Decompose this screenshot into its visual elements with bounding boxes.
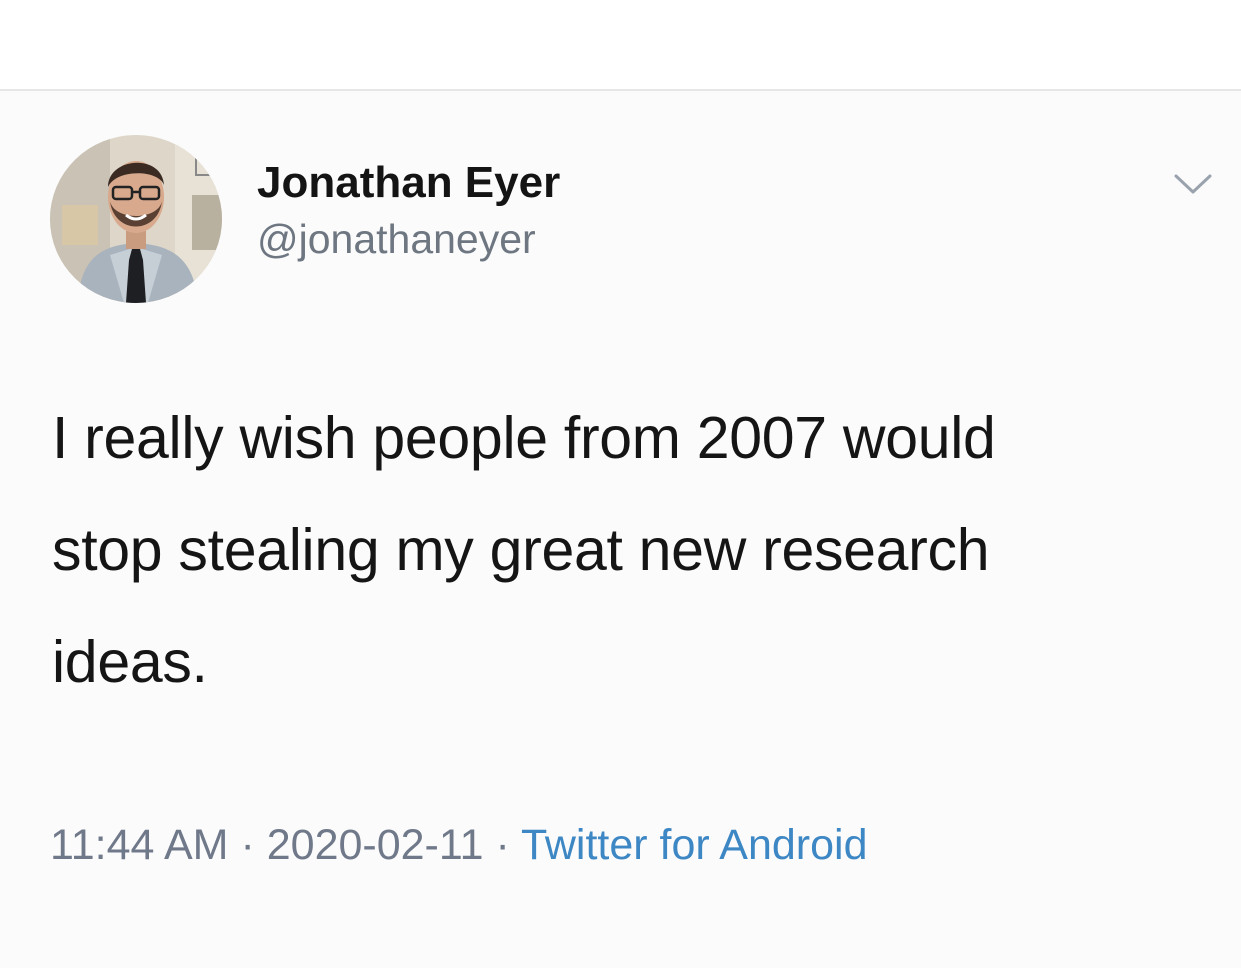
tweet-text: I really wish people from 2007 would sto…	[52, 382, 1212, 718]
tweet-source-link[interactable]: Twitter for Android	[521, 821, 868, 869]
tweet-menu-button[interactable]	[1170, 168, 1216, 198]
author-handle[interactable]: @jonathaneyer	[257, 213, 560, 265]
chevron-down-icon	[1174, 174, 1212, 194]
meta-separator: ·	[240, 821, 255, 869]
top-blank-area	[0, 0, 1241, 90]
tweet-date[interactable]: 2020-02-11	[267, 821, 484, 869]
author-display-name[interactable]: Jonathan Eyer	[257, 155, 560, 211]
tweet-text-line: stop stealing my great new research	[52, 517, 990, 583]
avatar[interactable]	[50, 135, 222, 303]
tweet-screenshot: Jonathan Eyer @jonathaneyer I really wis…	[0, 0, 1241, 968]
tweet-text-line: I really wish people from 2007 would	[52, 405, 996, 471]
tweet-time[interactable]: 11:44 AM	[50, 821, 229, 869]
tweet-text-line: ideas.	[52, 629, 208, 695]
tweet-author[interactable]: Jonathan Eyer @jonathaneyer	[257, 155, 560, 265]
avatar-photo-icon	[50, 135, 222, 303]
tweet-meta: 11:44 AM · 2020-02-11 · Twitter for Andr…	[50, 818, 868, 872]
meta-separator: ·	[495, 821, 510, 869]
